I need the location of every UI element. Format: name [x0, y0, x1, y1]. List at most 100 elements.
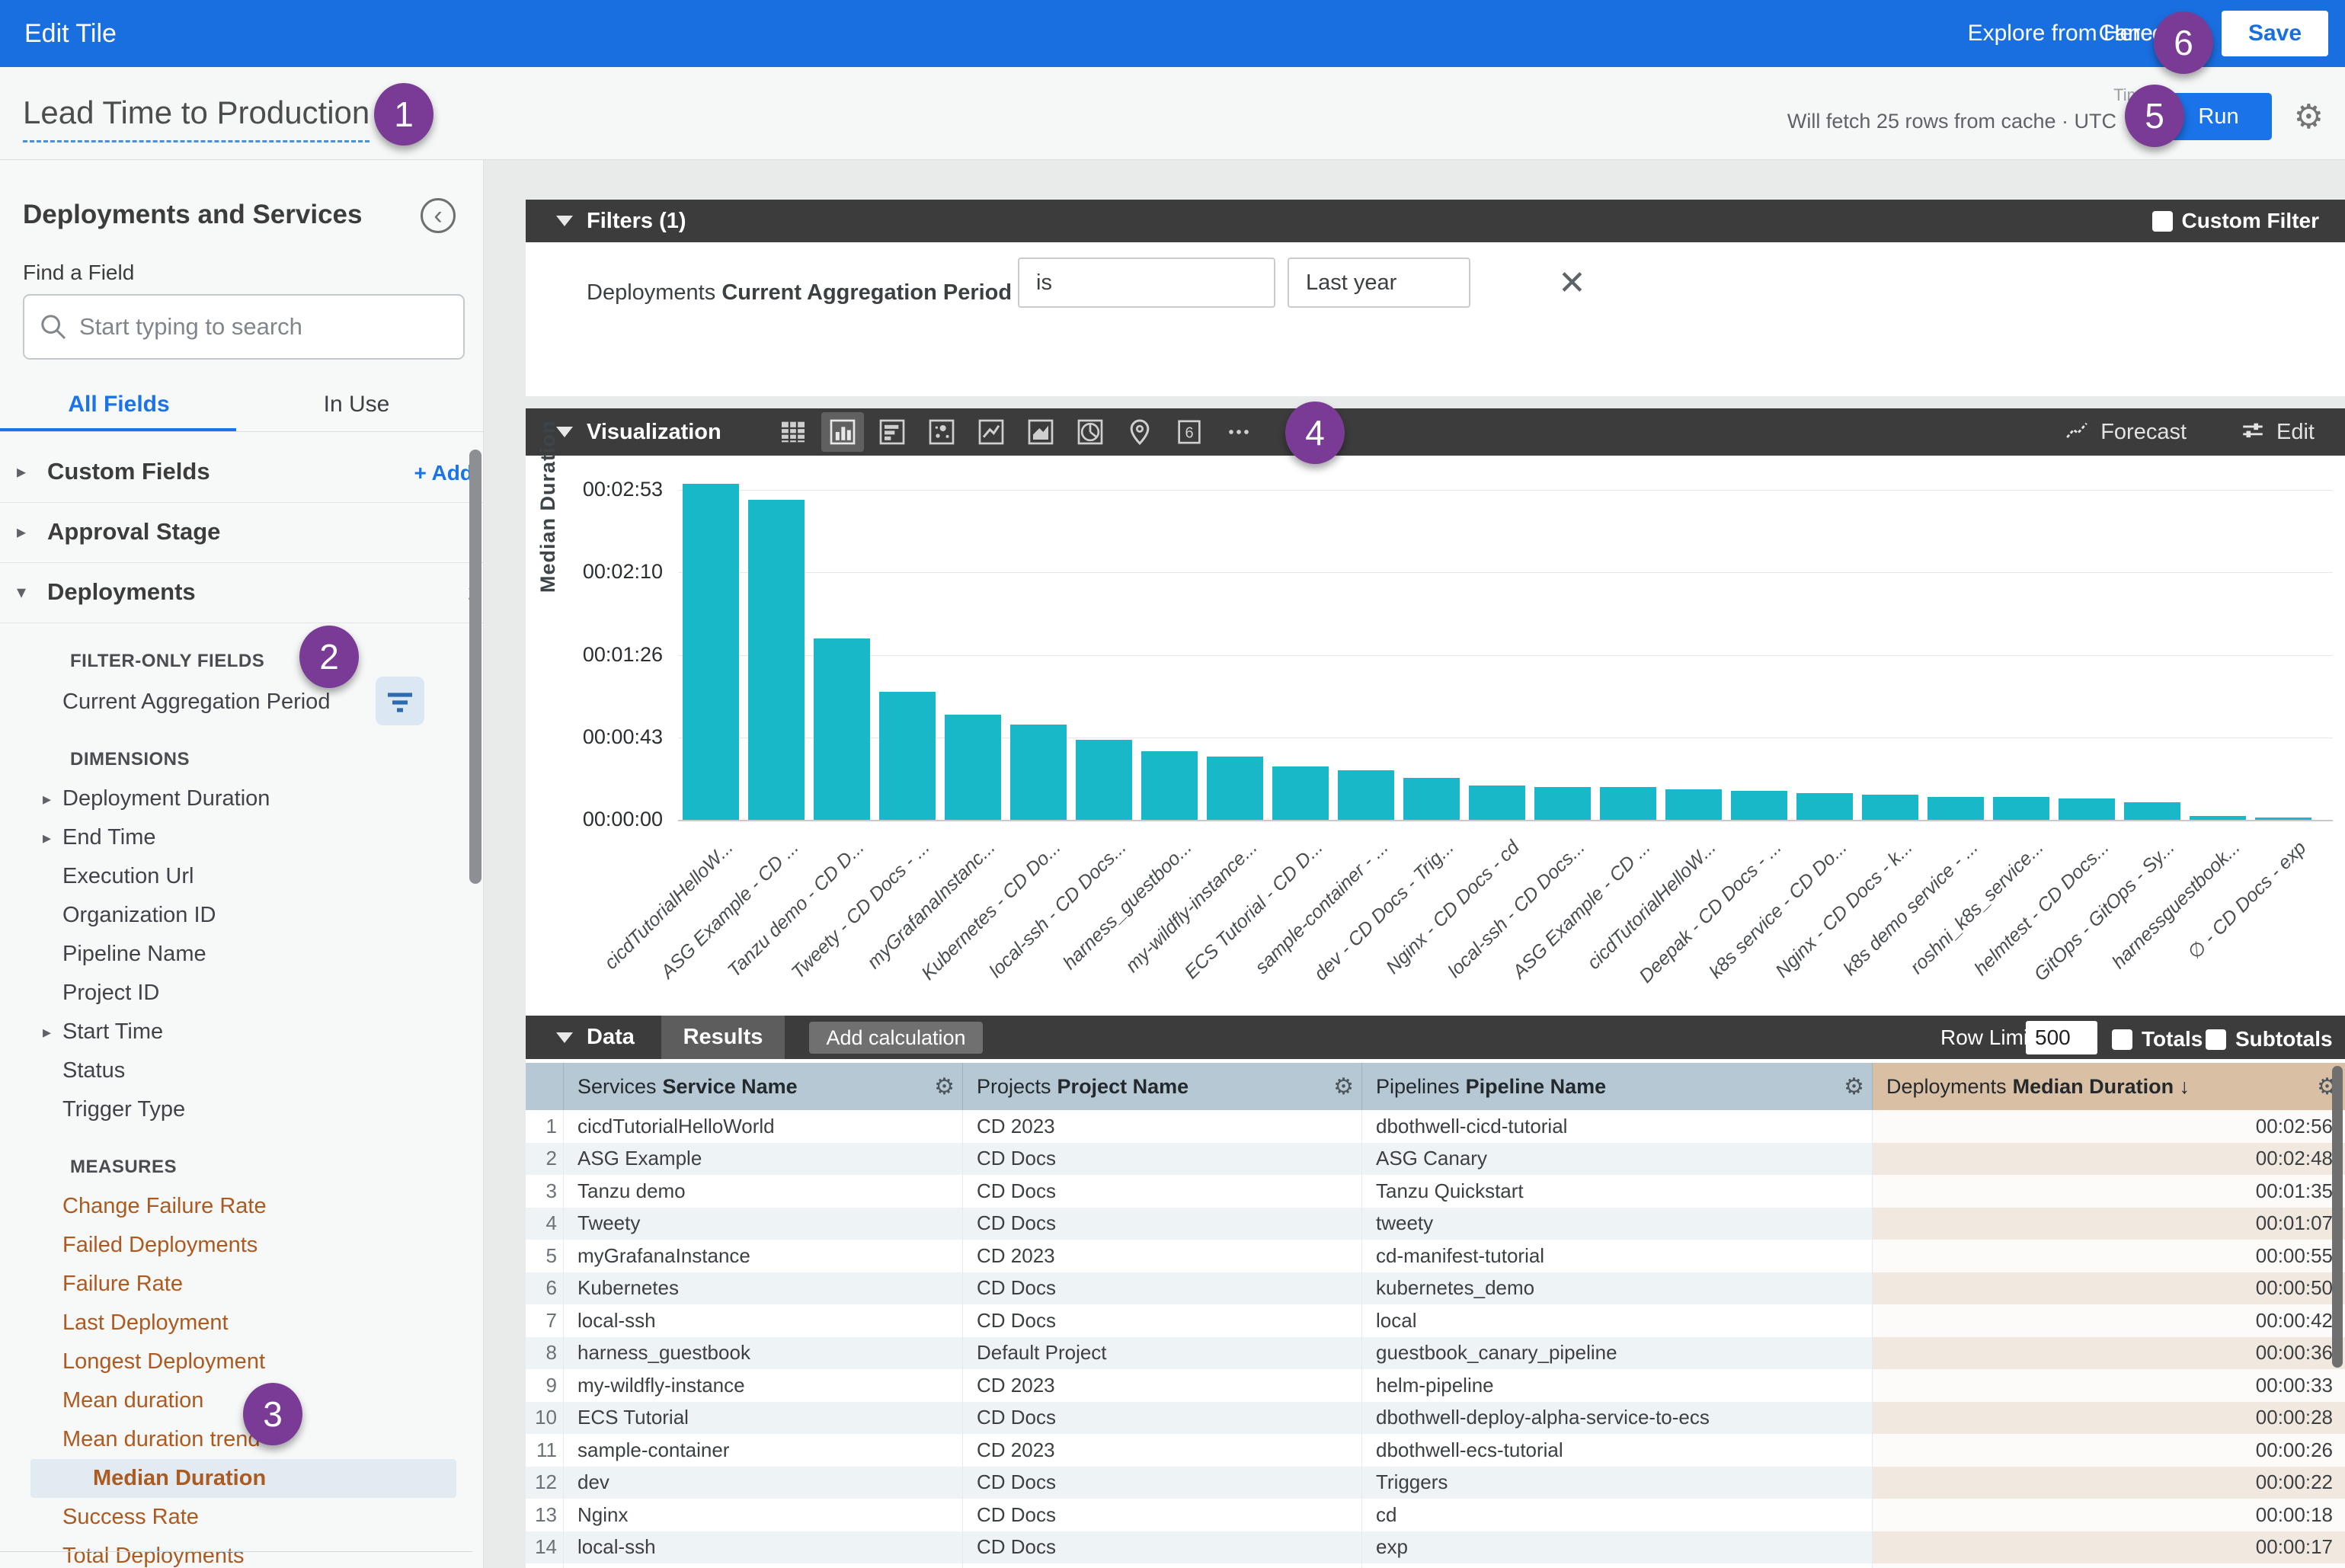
sidebar-group-deployments[interactable]: ▾Deployments2 — [0, 563, 484, 623]
remove-filter-icon[interactable]: ✕ — [1558, 264, 1586, 302]
chart-bar[interactable] — [1141, 751, 1198, 820]
chart-bar[interactable] — [1600, 787, 1656, 820]
measure-item[interactable]: Change Failure Rate — [0, 1187, 484, 1226]
table-row[interactable]: 13NginxCD Docscd00:00:18 — [526, 1499, 2345, 1531]
chart-bar[interactable] — [1665, 789, 1722, 820]
dimension-item[interactable]: Trigger Type — [0, 1090, 484, 1129]
chart-bar[interactable] — [1731, 791, 1787, 820]
table-row[interactable]: 12devCD DocsTriggers00:00:22 — [526, 1467, 2345, 1499]
chart-bar[interactable] — [1403, 778, 1460, 820]
chart-bar[interactable] — [2059, 798, 2115, 820]
chart-bar[interactable] — [2124, 802, 2180, 820]
column-header-median-duration[interactable]: DeploymentsMedian Duration ↓⚙ — [1873, 1063, 2345, 1110]
chart-bar[interactable] — [683, 484, 739, 820]
scatter-icon[interactable] — [920, 412, 963, 452]
table-scrollbar[interactable] — [2332, 1066, 2343, 1368]
settings-gear-icon[interactable]: ⚙ — [2294, 98, 2324, 136]
filters-header-bar[interactable]: Filters (1) Custom Filter — [526, 200, 2345, 242]
dimension-item[interactable]: ▸Deployment Duration — [0, 779, 484, 818]
dimension-item[interactable]: Project ID — [0, 974, 484, 1013]
measure-item[interactable]: Total Deployments — [0, 1537, 484, 1568]
table-row[interactable]: 9my-wildfly-instanceCD 2023helm-pipeline… — [526, 1369, 2345, 1402]
chart-bar[interactable] — [2190, 816, 2246, 820]
column-header-pipeline-name[interactable]: PipelinesPipeline Name⚙ — [1362, 1063, 1873, 1110]
column-chart-icon[interactable] — [821, 412, 864, 452]
chart-bar[interactable] — [1076, 740, 1132, 820]
field-item-current-aggregation-period[interactable]: Current Aggregation Period — [0, 683, 484, 722]
pie-chart-icon[interactable] — [1069, 412, 1112, 452]
table-row[interactable]: 3Tanzu demoCD DocsTanzu Quickstart00:01:… — [526, 1175, 2345, 1208]
filter-value-input[interactable]: Last year — [1288, 258, 1470, 308]
line-chart-icon[interactable] — [970, 412, 1013, 452]
chart-bar[interactable] — [1338, 770, 1394, 820]
chart-bar[interactable] — [945, 715, 1001, 820]
row-limit-input[interactable] — [2026, 1021, 2097, 1054]
single-value-icon[interactable]: 6 — [1168, 412, 1211, 452]
more-icon[interactable] — [1217, 412, 1260, 452]
measure-item[interactable]: Last Deployment — [0, 1304, 484, 1342]
bar-chart-icon[interactable] — [871, 412, 913, 452]
measure-item[interactable]: Failed Deployments — [0, 1226, 484, 1265]
chart-bar[interactable] — [879, 692, 936, 820]
dimension-item[interactable]: Execution Url — [0, 857, 484, 896]
totals-checkbox[interactable] — [2112, 1029, 2132, 1050]
measure-item[interactable]: Longest Deployment — [0, 1342, 484, 1381]
column-gear-icon[interactable]: ⚙ — [1333, 1074, 1354, 1100]
table-row[interactable]: 5myGrafanaInstanceCD 2023cd-manifest-tut… — [526, 1240, 2345, 1272]
column-header-service-name[interactable]: ServicesService Name⚙ — [564, 1063, 963, 1110]
table-row[interactable]: 1cicdTutorialHelloWorldCD 2023dbothwell-… — [526, 1110, 2345, 1143]
area-chart-icon[interactable] — [1019, 412, 1062, 452]
table-row[interactable]: 6KubernetesCD Docskubernetes_demo00:00:5… — [526, 1272, 2345, 1305]
dimension-item[interactable]: Pipeline Name — [0, 935, 484, 974]
filter-operator-select[interactable]: is — [1018, 258, 1275, 308]
tab-all-fields[interactable]: All Fields — [0, 378, 238, 431]
column-header-project-name[interactable]: ProjectsProject Name⚙ — [963, 1063, 1362, 1110]
chart-bar[interactable] — [748, 500, 805, 820]
save-button[interactable]: Save — [2222, 11, 2328, 56]
chart-bar[interactable] — [1469, 786, 1525, 820]
chart-bar[interactable] — [1207, 757, 1263, 820]
table-icon[interactable] — [772, 412, 814, 452]
table-row[interactable]: 8harness_guestbookDefault Projectguestbo… — [526, 1337, 2345, 1370]
table-row[interactable]: 7local-sshCD Docslocal00:00:42 — [526, 1304, 2345, 1337]
table-row[interactable]: 11sample-containerCD 2023dbothwell-ecs-t… — [526, 1434, 2345, 1467]
map-pin-icon[interactable] — [1118, 412, 1161, 452]
add-calculation-button[interactable]: Add calculation — [809, 1022, 983, 1054]
chart-bar[interactable] — [1010, 725, 1067, 820]
subtotals-checkbox[interactable] — [2206, 1029, 2226, 1050]
chart-bar[interactable] — [2255, 818, 2311, 820]
measure-item-selected[interactable]: Median Duration — [30, 1459, 456, 1498]
dimension-item[interactable]: ▸End Time — [0, 818, 484, 857]
chart-bar[interactable] — [814, 638, 870, 820]
chart-bar[interactable] — [1993, 797, 2049, 820]
chart-bar[interactable] — [1928, 797, 1984, 820]
results-tab[interactable]: Results — [661, 1016, 785, 1059]
tile-title-editable[interactable]: Lead Time to Production — [23, 94, 370, 142]
column-gear-icon[interactable]: ⚙ — [1844, 1074, 1864, 1100]
table-row[interactable]: 2ASG ExampleCD DocsASG Canary00:02:48 — [526, 1143, 2345, 1176]
chart-bar[interactable] — [1862, 795, 1918, 820]
tab-in-use[interactable]: In Use — [238, 378, 475, 431]
dimension-item[interactable]: Status — [0, 1051, 484, 1090]
collapse-sidebar-icon[interactable]: ‹ — [421, 198, 456, 233]
dimension-item[interactable]: ▸Start Time — [0, 1013, 484, 1051]
filter-field-button[interactable] — [376, 677, 424, 725]
sidebar-scrollbar[interactable] — [469, 450, 481, 884]
column-gear-icon[interactable]: ⚙ — [934, 1074, 955, 1100]
table-row[interactable]: 4TweetyCD Docstweety00:01:07 — [526, 1208, 2345, 1240]
visualization-header-bar[interactable]: Visualization 6 Forecast — [526, 408, 2345, 456]
edit-viz-button[interactable]: Edit — [2240, 419, 2315, 445]
field-search-input[interactable]: Start typing to search — [23, 294, 465, 360]
sidebar-group-custom-fields[interactable]: ▸Custom Fields+ Add — [0, 443, 484, 503]
chart-bar[interactable] — [1534, 787, 1591, 820]
data-header-bar[interactable]: Data Results Add calculation Row Limit T… — [526, 1016, 2345, 1059]
measure-item[interactable]: Failure Rate — [0, 1265, 484, 1304]
add-custom-field-button[interactable]: + Add — [414, 461, 473, 485]
measure-item[interactable]: Mean duration trend — [0, 1420, 484, 1459]
chart-bar[interactable] — [1272, 766, 1329, 820]
table-row[interactable]: 14local-sshCD Docsexp00:00:17 — [526, 1531, 2345, 1564]
table-row[interactable]: 10ECS TutorialCD Docsdbothwell-deploy-al… — [526, 1402, 2345, 1435]
dimension-item[interactable]: Organization ID — [0, 896, 484, 935]
measure-item[interactable]: Success Rate — [0, 1498, 484, 1537]
forecast-button[interactable]: Forecast — [2064, 419, 2187, 445]
